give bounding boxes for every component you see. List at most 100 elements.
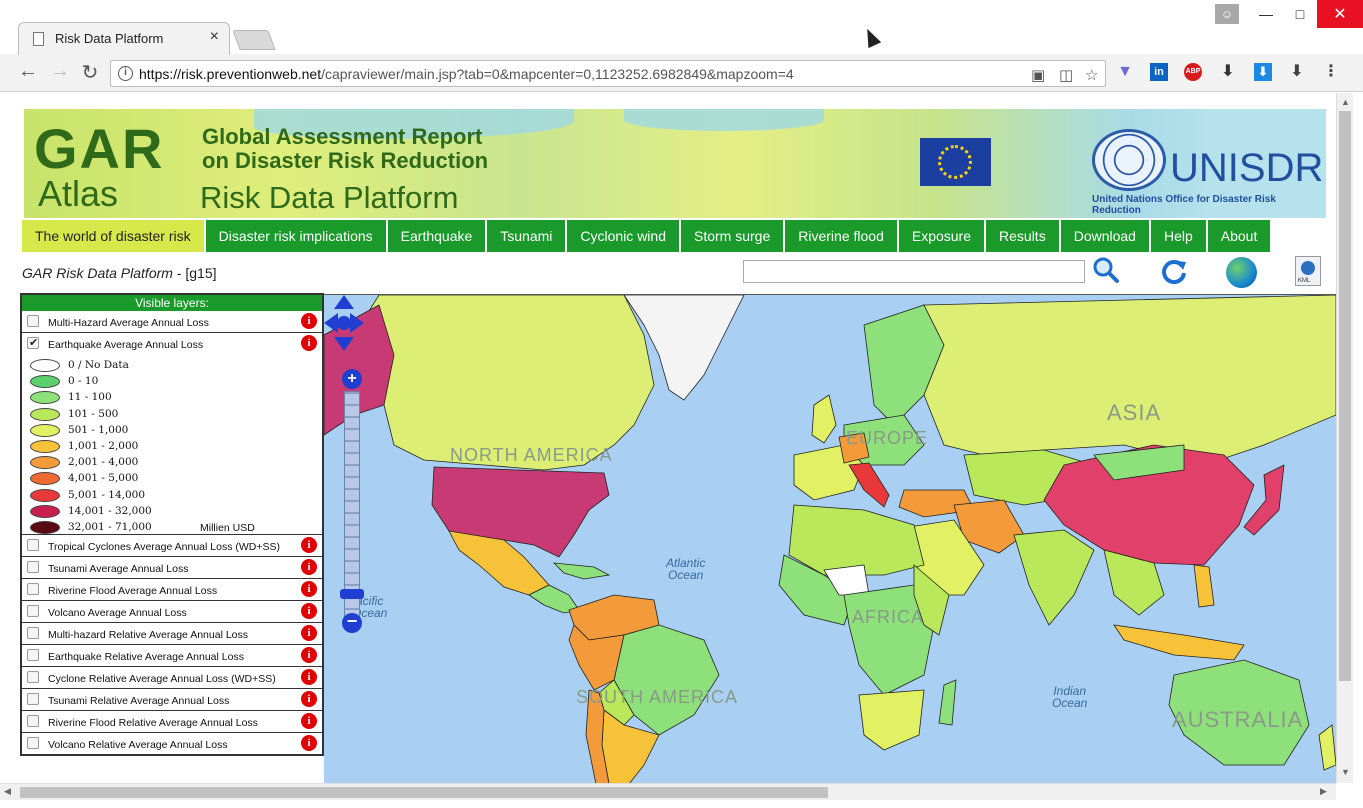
layer-checkbox[interactable] bbox=[27, 671, 39, 683]
scroll-right-icon[interactable]: ▶ bbox=[1320, 786, 1327, 797]
menu-results[interactable]: Results bbox=[986, 220, 1061, 252]
layer-info-icon[interactable]: i bbox=[301, 735, 317, 751]
vertical-scrollbar[interactable]: ▲ ▼ bbox=[1336, 93, 1353, 783]
layer-info-icon[interactable]: i bbox=[301, 537, 317, 553]
legend-label: 11 - 100 bbox=[68, 391, 112, 404]
horizontal-scroll-thumb[interactable] bbox=[20, 787, 828, 798]
reload-icon[interactable]: ↻ bbox=[78, 60, 102, 85]
pan-up-icon bbox=[334, 295, 354, 309]
atlas-logo-text: Atlas bbox=[38, 173, 119, 214]
profile-icon[interactable]: ☺ bbox=[1215, 4, 1239, 24]
scroll-up-icon[interactable]: ▲ bbox=[1341, 97, 1350, 107]
layer-label: Tropical Cyclones Average Annual Loss (W… bbox=[48, 541, 280, 553]
globe-icon[interactable] bbox=[1226, 257, 1257, 288]
layer-checkbox[interactable] bbox=[27, 737, 39, 749]
layer-info-icon[interactable]: i bbox=[301, 691, 317, 707]
layer-checkbox[interactable] bbox=[27, 336, 39, 349]
adblock-extension-icon[interactable]: ABP bbox=[1184, 63, 1202, 81]
zoom-slider-track[interactable] bbox=[344, 391, 360, 617]
pan-down-icon bbox=[334, 337, 354, 351]
menu-help[interactable]: Help bbox=[1150, 220, 1208, 252]
layer-info-icon[interactable]: i bbox=[301, 581, 317, 597]
visible-layers-header: Visible layers: bbox=[22, 295, 322, 311]
layer-checkbox[interactable] bbox=[27, 315, 39, 327]
site-info-icon[interactable]: i bbox=[118, 66, 133, 81]
menu-storm-surge[interactable]: Storm surge bbox=[681, 220, 786, 252]
unisdr-subtitle: United Nations Office for Disaster Risk … bbox=[1092, 194, 1276, 216]
zoom-out-button[interactable]: − bbox=[342, 612, 362, 633]
menu-earthquake[interactable]: Earthquake bbox=[387, 220, 488, 252]
menu-cyclonic-wind[interactable]: Cyclonic wind bbox=[567, 220, 681, 252]
blocked-popup-icon[interactable]: ▣ bbox=[1031, 66, 1045, 84]
menu-world-of-disaster-risk[interactable]: The world of disaster risk bbox=[22, 220, 206, 252]
scroll-left-icon[interactable]: ◀ bbox=[4, 786, 11, 797]
layer-info-icon[interactable]: i bbox=[301, 335, 317, 351]
layer-info-icon[interactable]: i bbox=[301, 313, 317, 329]
legend-label: 1,001 - 2,000 bbox=[68, 439, 139, 452]
menu-exposure[interactable]: Exposure bbox=[898, 220, 987, 252]
un-emblem-icon bbox=[1092, 129, 1166, 191]
zoom-slider-handle[interactable] bbox=[340, 589, 364, 599]
search-icon[interactable] bbox=[1092, 256, 1120, 284]
layer-info-icon[interactable]: i bbox=[301, 713, 317, 729]
address-bar[interactable]: i https://risk.preventionweb.net/capravi… bbox=[110, 60, 1106, 87]
browser-tab-active[interactable]: Risk Data Platform × bbox=[18, 22, 230, 55]
menu-about[interactable]: About bbox=[1207, 220, 1273, 252]
minimize-button[interactable]: — bbox=[1249, 0, 1283, 28]
translate-icon[interactable]: ◫ bbox=[1059, 66, 1073, 84]
layer-info-icon[interactable]: i bbox=[301, 669, 317, 685]
layer-info-icon[interactable]: i bbox=[301, 625, 317, 641]
menu-tsunami[interactable]: Tsunami bbox=[487, 220, 568, 252]
layer-checkbox[interactable] bbox=[27, 583, 39, 595]
refresh-icon[interactable] bbox=[1160, 258, 1188, 286]
vpn-extension-icon[interactable]: ▼ bbox=[1116, 63, 1134, 81]
layer-info-icon[interactable]: i bbox=[301, 603, 317, 619]
bookmark-star-icon[interactable]: ☆ bbox=[1085, 66, 1098, 84]
save-extension-icon[interactable]: ⬇ bbox=[1254, 63, 1272, 81]
download-icon[interactable]: ⬇ bbox=[1288, 63, 1306, 81]
search-input[interactable] bbox=[743, 260, 1085, 283]
legend-swatch bbox=[30, 520, 60, 534]
tab-close-icon[interactable]: × bbox=[210, 28, 219, 46]
menu-kebab-icon[interactable]: ⋮ bbox=[1322, 63, 1340, 81]
forward-arrow-icon[interactable]: → bbox=[48, 60, 72, 83]
legend-swatch bbox=[30, 472, 60, 486]
layer-row: Cyclone Relative Average Annual Loss (WD… bbox=[22, 667, 322, 689]
maximize-button[interactable]: □ bbox=[1283, 0, 1317, 28]
new-tab-button[interactable] bbox=[232, 30, 276, 50]
download-extension-icon[interactable]: ⬇ bbox=[1219, 63, 1237, 81]
layer-checkbox[interactable] bbox=[27, 649, 39, 661]
horizontal-scrollbar[interactable]: ◀ ▶ bbox=[0, 783, 1336, 800]
menu-download[interactable]: Download bbox=[1060, 220, 1151, 252]
legend-swatch bbox=[30, 423, 60, 437]
layer-info-icon[interactable]: i bbox=[301, 559, 317, 575]
madagascar bbox=[938, 679, 957, 726]
layer-checkbox[interactable] bbox=[27, 561, 39, 573]
menu-riverine-flood[interactable]: Riverine flood bbox=[785, 220, 899, 252]
zoom-in-button[interactable]: + bbox=[342, 369, 362, 389]
philippines bbox=[1193, 564, 1215, 608]
indonesia bbox=[1113, 624, 1245, 661]
report-title-line1: Global Assessment Report bbox=[202, 124, 483, 149]
web-page: GAR Atlas Global Assessment Report on Di… bbox=[0, 93, 1336, 783]
window-close-button[interactable]: ✕ bbox=[1317, 0, 1363, 28]
layer-info-icon[interactable]: i bbox=[301, 647, 317, 663]
linkedin-extension-icon[interactable]: in bbox=[1150, 63, 1168, 81]
platform-name: GAR Risk Data Platform bbox=[22, 265, 173, 281]
platform-title: Risk Data Platform bbox=[200, 180, 459, 215]
layer-checkbox[interactable] bbox=[27, 605, 39, 617]
scroll-down-icon[interactable]: ▼ bbox=[1341, 767, 1350, 777]
layer-checkbox[interactable] bbox=[27, 715, 39, 727]
layer-checkbox[interactable] bbox=[27, 693, 39, 705]
legend-label: 501 - 1,000 bbox=[68, 423, 129, 436]
back-arrow-icon[interactable]: ← bbox=[16, 60, 40, 83]
risk-map[interactable]: NORTH AMERICA ASIA EUROPE SOUTH AMERICA … bbox=[324, 294, 1336, 783]
layer-checkbox[interactable] bbox=[27, 627, 39, 639]
vertical-scroll-thumb[interactable] bbox=[1339, 111, 1351, 681]
pan-control[interactable] bbox=[324, 295, 364, 351]
layer-checkbox[interactable] bbox=[27, 539, 39, 551]
gar-logo[interactable]: GAR bbox=[34, 121, 164, 177]
kml-export-icon[interactable]: KML bbox=[1295, 256, 1321, 286]
tab-title: Risk Data Platform bbox=[55, 31, 164, 46]
menu-disaster-risk-implications[interactable]: Disaster risk implications bbox=[205, 220, 388, 252]
